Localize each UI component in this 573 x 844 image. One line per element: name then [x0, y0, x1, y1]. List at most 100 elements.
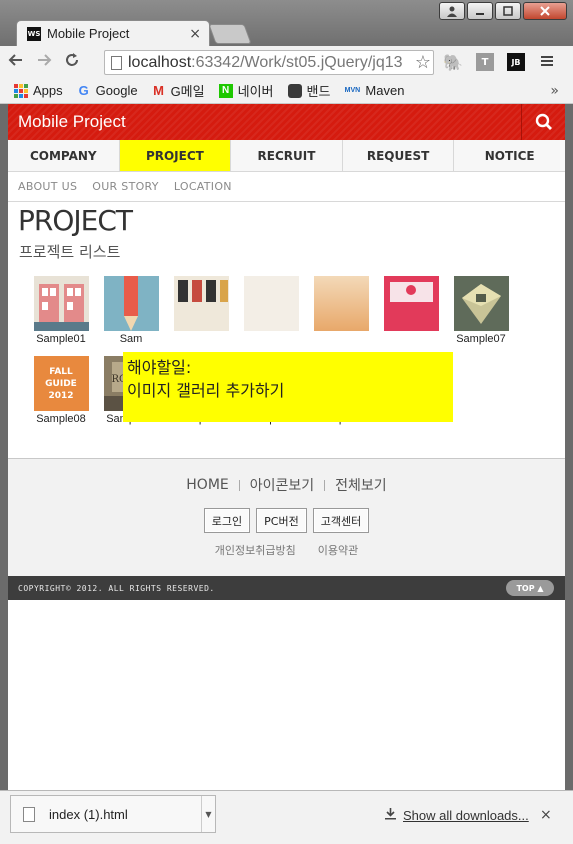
- bookmark-label: G메일: [170, 84, 205, 99]
- gnb-item-notice[interactable]: NOTICE: [454, 140, 565, 171]
- gmail-icon: M: [153, 83, 164, 98]
- divider: [324, 479, 326, 491]
- thumbnail-pattern-image: [173, 276, 229, 331]
- bookmark-label: Google: [95, 83, 138, 98]
- t-extension-icon[interactable]: T: [476, 53, 494, 71]
- site-footer: HOME 아이콘보기 전체보기 로그인 PC버전 고객센터 개인정보취급방침 이…: [8, 458, 565, 576]
- download-item[interactable]: index (1).html ▼: [10, 795, 216, 833]
- bookmark-google[interactable]: G Google: [77, 83, 138, 98]
- forward-arrow-icon[interactable]: [32, 52, 56, 73]
- footer-policy-links: 개인정보취급방침 이용약관: [8, 542, 565, 558]
- bookmark-label: 네이버: [237, 84, 274, 99]
- thumbnail-caption: Sample01: [36, 333, 86, 345]
- gallery-item[interactable]: FALL GUIDE 2012 Sample08: [26, 356, 96, 425]
- login-button[interactable]: 로그인: [203, 508, 251, 533]
- gallery-item[interactable]: [236, 276, 306, 333]
- tab-title: Mobile Project: [47, 26, 130, 41]
- gallery-item[interactable]: [376, 276, 446, 333]
- copyright-text: COPYRIGHT© 2012. ALL RIGHTS RESERVED.: [18, 583, 215, 593]
- lnb-item-about-us[interactable]: ABOUT US: [18, 180, 77, 193]
- lnb-item-location[interactable]: LOCATION: [174, 180, 232, 193]
- download-file-name: index (1).html: [49, 806, 128, 822]
- page-icon: [111, 55, 122, 70]
- local-nav: ABOUT US OUR STORY LOCATION: [8, 172, 565, 202]
- gnb-item-request[interactable]: REQUEST: [343, 140, 455, 171]
- section-subtitle: 프로젝트 리스트: [19, 243, 121, 261]
- user-profile-icon[interactable]: [439, 2, 465, 20]
- browser-tab[interactable]: WS Mobile Project ×: [16, 20, 210, 46]
- bookmarks-overflow-icon[interactable]: »: [550, 83, 559, 99]
- pc-version-button[interactable]: PC버전: [256, 508, 307, 533]
- site-title[interactable]: Mobile Project: [8, 112, 126, 132]
- thumbnail-light-image: [243, 276, 299, 331]
- bookmark-apps[interactable]: Apps: [14, 83, 63, 98]
- bookmarks-bar: Apps G Google M G메일 N 네이버 밴드 MVN Maven »: [0, 78, 573, 104]
- footer-links: HOME 아이콘보기 전체보기: [8, 475, 565, 495]
- image-gallery: Sample01 Sam Sample07 FALL GUIDE 2012 Sa…: [8, 262, 565, 462]
- jetbrains-extension-icon[interactable]: JB: [507, 53, 525, 71]
- gnb-item-recruit[interactable]: RECRUIT: [231, 140, 343, 171]
- thumbnail-pencil-image: [103, 276, 159, 331]
- thumbnail-fall-guide-image: FALL GUIDE 2012: [33, 356, 89, 411]
- thumbnail-building-image: [33, 276, 89, 331]
- gallery-item[interactable]: Sam: [96, 276, 166, 345]
- url-text: localhost:63342/Work/st05.jQuery/jq13: [128, 54, 403, 72]
- bookmark-gmail[interactable]: M G메일: [152, 81, 205, 100]
- footer-link-home[interactable]: HOME: [186, 477, 228, 493]
- gallery-item[interactable]: Sample07: [446, 276, 516, 345]
- gallery-item[interactable]: Sample01: [26, 276, 96, 345]
- chevron-down-icon[interactable]: ▼: [201, 796, 215, 832]
- copyright-bar: COPYRIGHT© 2012. ALL RIGHTS RESERVED. TO…: [8, 576, 565, 600]
- band-icon: [287, 83, 302, 98]
- naver-icon: N: [218, 83, 233, 98]
- thumbnail-red-image: [383, 276, 439, 331]
- apps-grid-icon: [14, 83, 28, 98]
- thumbnail-caption: Sam: [119, 333, 143, 345]
- bookmark-maven[interactable]: MVN Maven: [344, 83, 405, 98]
- maximize-button[interactable]: [495, 2, 521, 20]
- back-to-top-button[interactable]: TOP ▲: [506, 580, 554, 596]
- footer-link-icons[interactable]: 아이콘보기: [250, 475, 314, 495]
- minimize-button[interactable]: [467, 2, 493, 20]
- webstorm-favicon-icon: WS: [27, 26, 41, 41]
- google-icon: G: [78, 83, 89, 98]
- back-arrow-icon[interactable]: [4, 52, 28, 73]
- url-path: :63342/Work/st05.jQuery/jq13: [191, 53, 403, 71]
- show-all-downloads-link[interactable]: Show all downloads...: [384, 807, 529, 824]
- new-tab-button[interactable]: [208, 24, 252, 44]
- download-shelf: index (1).html ▼ Show all downloads... ×: [0, 790, 573, 844]
- window-close-button[interactable]: [523, 2, 567, 20]
- window-titlebar: WS Mobile Project ×: [0, 0, 573, 48]
- terms-link[interactable]: 이용약관: [318, 542, 358, 558]
- todo-note: 해야할일: 이미지 갤러리 추가하기: [123, 352, 453, 422]
- customer-center-button[interactable]: 고객센터: [312, 508, 370, 533]
- evernote-extension-icon[interactable]: 🐘: [443, 53, 463, 72]
- gnb-item-company[interactable]: COMPANY: [8, 140, 120, 171]
- footer-link-all[interactable]: 전체보기: [335, 475, 387, 495]
- bookmark-label: Maven: [365, 83, 405, 98]
- bookmark-label: 밴드: [306, 84, 331, 99]
- gallery-item[interactable]: [166, 276, 236, 333]
- menu-hamburger-icon[interactable]: [540, 53, 554, 72]
- bookmark-naver[interactable]: N 네이버: [218, 81, 274, 100]
- gnb-item-project[interactable]: PROJECT: [119, 140, 232, 171]
- gallery-item[interactable]: [306, 276, 376, 333]
- close-icon[interactable]: ×: [540, 807, 552, 823]
- search-button[interactable]: [521, 104, 565, 140]
- address-bar[interactable]: localhost:63342/Work/st05.jQuery/jq13 ☆: [104, 50, 434, 75]
- window-controls: [439, 2, 567, 20]
- download-icon: [384, 807, 397, 824]
- reload-icon[interactable]: [60, 52, 84, 73]
- bookmark-star-icon[interactable]: ☆: [415, 52, 431, 73]
- svg-text:2012: 2012: [48, 391, 73, 401]
- svg-text:GUIDE: GUIDE: [45, 379, 77, 389]
- tab-close-icon[interactable]: ×: [189, 26, 201, 42]
- svg-text:FALL: FALL: [49, 367, 73, 377]
- bookmark-label: Apps: [33, 83, 63, 98]
- bookmark-band[interactable]: 밴드: [287, 81, 331, 100]
- maven-icon: MVN: [344, 87, 361, 94]
- privacy-policy-link[interactable]: 개인정보취급방침: [215, 542, 296, 558]
- thumbnail-cube-image: [453, 276, 509, 331]
- lnb-item-our-story[interactable]: OUR STORY: [92, 180, 159, 193]
- todo-line-1: 해야할일:: [127, 358, 192, 377]
